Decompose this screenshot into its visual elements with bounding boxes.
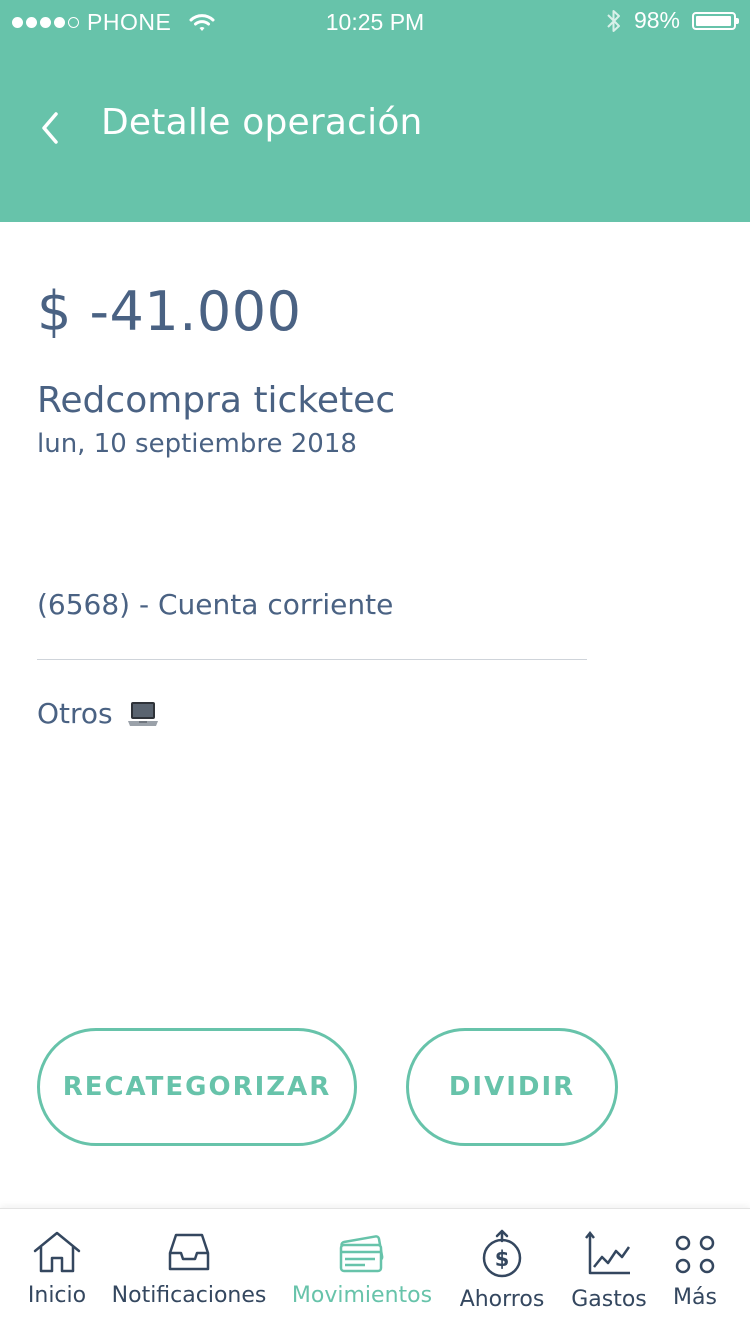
tab-bar: Inicio Notificaciones Movimientos $ Ahor… [0, 1208, 750, 1335]
status-bar: PHONE 10:25 PM 98% [0, 0, 750, 42]
tab-label-inicio: Inicio [27, 1283, 87, 1308]
tab-notificaciones[interactable]: Notificaciones [112, 1209, 266, 1335]
laptop-icon [127, 701, 158, 726]
tab-label-notificaciones: Notificaciones [111, 1283, 267, 1308]
split-button[interactable]: DIVIDIR [406, 1028, 618, 1146]
tab-label-movimientos: Movimientos [291, 1283, 433, 1308]
recategorize-button[interactable]: RECATEGORIZAR [37, 1028, 357, 1146]
inbox-icon [168, 1233, 210, 1271]
back-button[interactable] [36, 108, 66, 148]
home-icon [33, 1231, 81, 1273]
header-bar: PHONE 10:25 PM 98% Detalle operación [0, 0, 750, 222]
page-title: Detalle operación [101, 102, 423, 143]
tab-mas[interactable]: Más [666, 1209, 724, 1335]
cards-icon [339, 1235, 384, 1273]
tab-inicio[interactable]: Inicio [18, 1209, 96, 1335]
tab-label-gastos: Gastos [571, 1287, 647, 1312]
divider [37, 659, 587, 660]
savings-icon: $ [482, 1229, 522, 1278]
chart-icon [585, 1230, 631, 1275]
battery-icon [692, 11, 739, 30]
tab-movimientos[interactable]: Movimientos [290, 1209, 434, 1335]
tab-label-ahorros: Ahorros [459, 1287, 545, 1312]
svg-text:$: $ [495, 1247, 510, 1271]
tab-ahorros[interactable]: $ Ahorros [456, 1209, 548, 1335]
tab-gastos[interactable]: Gastos [568, 1209, 650, 1335]
category-label: Otros [37, 697, 113, 730]
chevron-left-icon [42, 112, 58, 144]
status-right: 98% [606, 7, 739, 34]
more-icon [675, 1235, 715, 1274]
tab-label-mas: Más [673, 1285, 717, 1310]
bluetooth-icon [607, 9, 620, 32]
battery-percentage: 98% [633, 7, 680, 33]
navigation-bar: Detalle operación [0, 90, 750, 164]
merchant-name: Redcompra ticketec [37, 380, 396, 421]
transaction-amount: $ -41.000 [37, 280, 302, 343]
category-row: Otros [37, 697, 159, 730]
transaction-date: lun, 10 septiembre 2018 [37, 429, 357, 459]
account-label: (6568) - Cuenta corriente [37, 588, 394, 621]
